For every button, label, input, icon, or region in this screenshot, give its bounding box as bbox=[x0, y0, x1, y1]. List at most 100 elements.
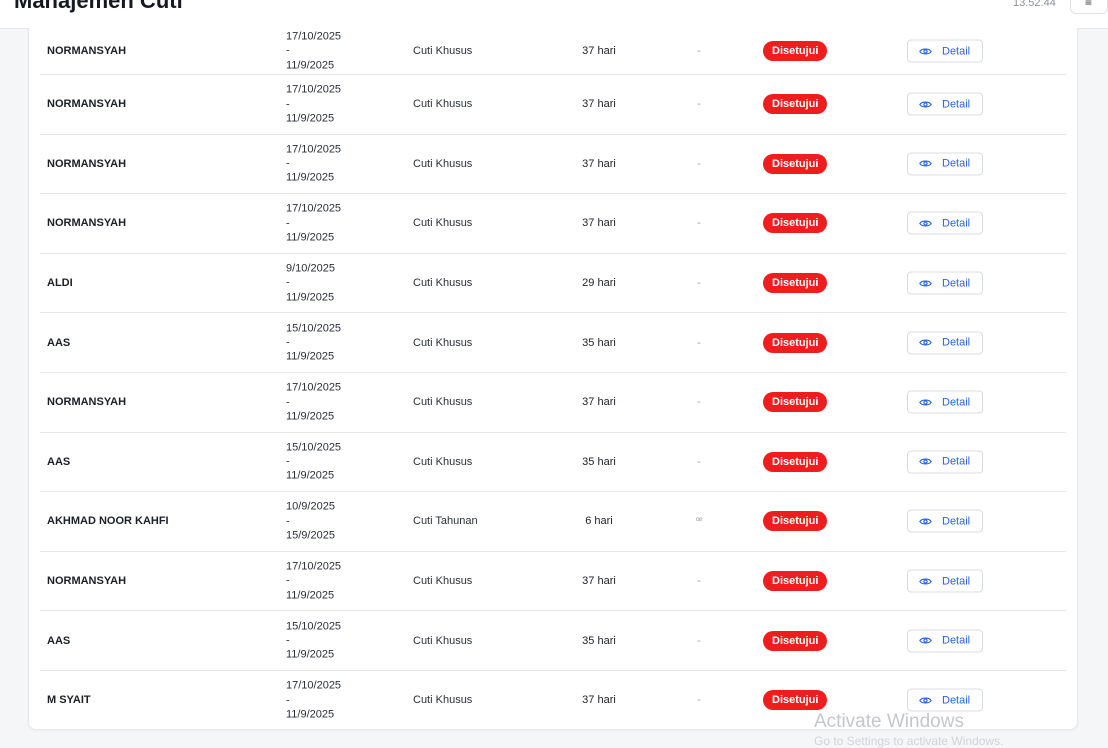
eye-icon bbox=[918, 46, 932, 56]
eye-icon bbox=[918, 695, 932, 705]
action-cell: Detail bbox=[907, 688, 983, 712]
leave-type: Cuti Khusus bbox=[413, 396, 473, 409]
leave-duration: 37 hari bbox=[582, 45, 616, 57]
employee-name: NORMANSYAH bbox=[47, 157, 127, 170]
menu-button[interactable]: ≡ bbox=[1070, 0, 1108, 14]
leave-note: - bbox=[697, 277, 701, 290]
leave-note: - bbox=[697, 45, 701, 57]
action-cell: Detail bbox=[907, 39, 983, 63]
employee-name: AAS bbox=[47, 336, 71, 349]
status-badge: Disetujui bbox=[763, 41, 828, 61]
leave-duration: 6 hari bbox=[585, 515, 613, 528]
leave-note: - bbox=[697, 336, 701, 349]
windows-activation-watermark: Activate Windows bbox=[814, 711, 964, 732]
detail-button[interactable]: Detail bbox=[907, 331, 983, 355]
detail-button-label: Detail bbox=[942, 396, 971, 409]
leave-period: 17/10/2025-11/9/2025 bbox=[286, 560, 341, 603]
status-badge: Disetujui bbox=[763, 153, 828, 174]
eye-icon bbox=[918, 636, 932, 646]
status-cell: Disetujui bbox=[763, 273, 828, 294]
leave-period: 17/10/2025-11/9/2025 bbox=[286, 83, 341, 126]
leave-table-card: NORMANSYAH 17/10/2025-11/9/2025 Cuti Khusu… bbox=[28, 28, 1078, 730]
leave-type: Cuti Khusus bbox=[413, 455, 473, 468]
detail-button-label: Detail bbox=[942, 45, 971, 57]
detail-button[interactable]: Detail bbox=[907, 271, 983, 295]
detail-button[interactable]: Detail bbox=[907, 152, 983, 176]
detail-button[interactable]: Detail bbox=[907, 92, 983, 116]
eye-icon bbox=[918, 576, 932, 586]
leave-period: 17/10/2025-11/9/2025 bbox=[286, 142, 341, 185]
status-badge: Disetujui bbox=[763, 213, 828, 234]
table-row: NORMANSYAH 17/10/2025-11/9/2025 Cuti Khusu… bbox=[40, 75, 1066, 135]
detail-button-label: Detail bbox=[942, 575, 971, 588]
status-badge: Disetujui bbox=[763, 273, 828, 294]
start-date: 17/10/2025 bbox=[286, 83, 342, 96]
end-date: 11/9/2025 bbox=[286, 410, 335, 423]
table-row: NORMANSYAH 17/10/2025-11/9/2025 Cuti Khusu… bbox=[40, 552, 1066, 612]
employee-name: NORMANSYAH bbox=[47, 98, 127, 111]
menu-icon: ≡ bbox=[1085, 0, 1093, 9]
eye-icon bbox=[918, 218, 932, 228]
windows-activation-hint: Go to Settings to activate Windows. bbox=[814, 734, 1004, 748]
status-badge: Disetujui bbox=[763, 451, 828, 472]
leave-note: ꟹ bbox=[695, 515, 703, 528]
leave-type: Cuti Khusus bbox=[413, 336, 473, 349]
date-separator: - bbox=[286, 217, 290, 230]
status-badge: Disetujui bbox=[763, 332, 828, 353]
status-cell: Disetujui bbox=[763, 41, 828, 61]
end-date: 11/9/2025 bbox=[286, 648, 335, 661]
detail-button-label: Detail bbox=[942, 157, 971, 170]
date-separator: - bbox=[286, 157, 290, 170]
status-badge: Disetujui bbox=[763, 392, 828, 413]
start-date: 17/10/2025 bbox=[286, 30, 342, 43]
leave-note: - bbox=[697, 575, 701, 588]
status-cell: Disetujui bbox=[763, 571, 828, 592]
eye-icon bbox=[918, 278, 932, 288]
status-cell: Disetujui bbox=[763, 511, 828, 532]
action-cell: Detail bbox=[907, 629, 983, 653]
detail-button[interactable]: Detail bbox=[907, 450, 983, 474]
end-date: 11/9/2025 bbox=[286, 231, 335, 244]
start-date: 15/10/2025 bbox=[286, 620, 342, 633]
detail-button[interactable]: Detail bbox=[907, 390, 983, 414]
detail-button[interactable]: Detail bbox=[907, 211, 983, 235]
detail-button-label: Detail bbox=[942, 336, 971, 349]
leave-type: Cuti Khusus bbox=[413, 45, 473, 57]
detail-button[interactable]: Detail bbox=[907, 509, 983, 533]
action-cell: Detail bbox=[907, 509, 983, 533]
leave-type: Cuti Khusus bbox=[413, 575, 473, 588]
employee-name: NORMANSYAH bbox=[47, 396, 127, 409]
leave-duration: 37 hari bbox=[582, 694, 616, 707]
page-title: Manajemen Cuti bbox=[14, 0, 183, 13]
table-row: AAS 15/10/2025-11/9/2025 Cuti Khusus 35 har… bbox=[40, 611, 1066, 671]
start-date: 17/10/2025 bbox=[286, 203, 342, 216]
date-separator: - bbox=[286, 455, 290, 468]
employee-name: M SYAIT bbox=[47, 694, 91, 707]
status-cell: Disetujui bbox=[763, 392, 828, 413]
detail-button[interactable]: Detail bbox=[907, 688, 983, 712]
leave-note: - bbox=[697, 634, 701, 647]
eye-icon bbox=[918, 397, 932, 407]
eye-icon bbox=[918, 516, 932, 526]
leave-duration: 37 hari bbox=[582, 98, 616, 111]
leave-duration: 37 hari bbox=[582, 396, 616, 409]
action-cell: Detail bbox=[907, 569, 983, 593]
leave-duration: 29 hari bbox=[582, 277, 616, 290]
leave-type: Cuti Khusus bbox=[413, 157, 473, 170]
detail-button[interactable]: Detail bbox=[907, 629, 983, 653]
end-date: 11/9/2025 bbox=[286, 589, 335, 602]
detail-button[interactable]: Detail bbox=[907, 39, 983, 63]
leave-table-body: NORMANSYAH 17/10/2025-11/9/2025 Cuti Khusu… bbox=[40, 28, 1066, 730]
leave-period: 9/10/2025- 11/9/2025 bbox=[286, 262, 335, 305]
detail-button[interactable]: Detail bbox=[907, 569, 983, 593]
action-cell: Detail bbox=[907, 331, 983, 355]
start-date: 15/10/2025 bbox=[286, 441, 342, 454]
table-row: AAS 15/10/2025-11/9/2025 Cuti Khusus 35 har… bbox=[40, 313, 1066, 373]
start-date: 17/10/2025 bbox=[286, 679, 342, 692]
leave-note: - bbox=[697, 217, 701, 230]
leave-period: 17/10/2025-11/9/2025 bbox=[286, 202, 341, 245]
end-date: 11/9/2025 bbox=[286, 172, 335, 185]
leave-note: - bbox=[697, 694, 701, 707]
action-cell: Detail bbox=[907, 152, 983, 176]
end-date: 11/9/2025 bbox=[286, 708, 335, 721]
